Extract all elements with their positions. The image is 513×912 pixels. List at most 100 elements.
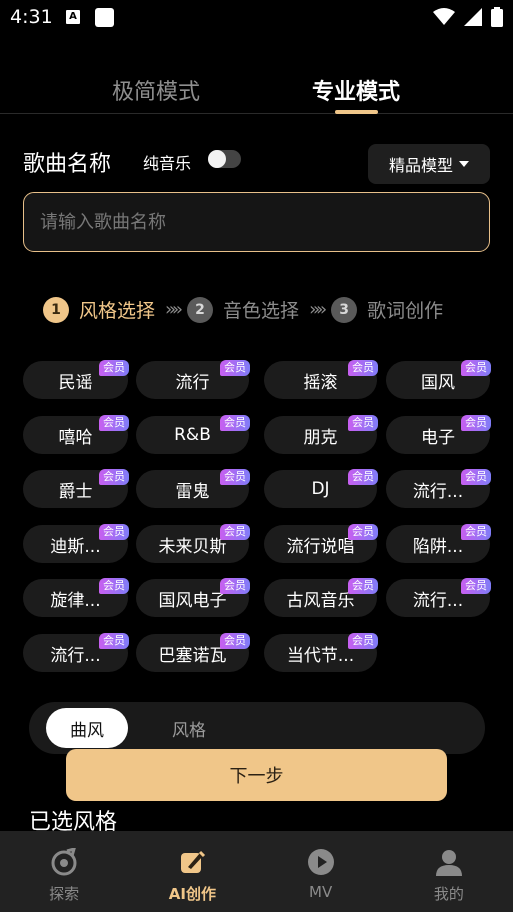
tab-simple-mode[interactable]: 极简模式	[112, 74, 200, 106]
nav-ai-create-label: AI创作	[168, 885, 216, 903]
ai-create-icon	[177, 847, 207, 877]
nav-explore[interactable]: 探索	[0, 831, 128, 912]
model-dropdown[interactable]: 精品模型	[368, 144, 490, 184]
bottom-nav: 探索 AI创作 MV 我的	[0, 831, 513, 912]
a-notification-icon: A	[66, 10, 80, 24]
genre-chip-label: 陷阱...	[412, 536, 464, 557]
genre-chip-label: 迪斯...	[50, 536, 101, 557]
battery-icon	[491, 7, 503, 27]
nav-explore-label: 探索	[49, 885, 80, 903]
genre-chip-label: 当代节...	[286, 645, 355, 666]
vip-badge: 会员	[348, 360, 378, 376]
step-3-label: 歌词创作	[367, 300, 444, 322]
genre-chip-label: 旋律...	[50, 590, 101, 611]
toggle-knob	[208, 150, 226, 168]
genre-chip[interactable]: 朋克 会员	[264, 415, 378, 454]
genre-chip-label: 流行说唱	[286, 536, 355, 557]
tab-style[interactable]: 风格	[149, 708, 229, 748]
genre-chip-label: 流行	[175, 372, 210, 393]
genre-chip-label: 摇滚	[303, 372, 338, 393]
user-icon	[434, 847, 464, 877]
genre-chip[interactable]: 爵士 会员	[23, 469, 129, 508]
tab-genre[interactable]: 曲风	[46, 708, 128, 748]
genre-chip[interactable]: 国风电子 会员	[136, 578, 250, 617]
genre-chip-label: 国风电子	[158, 590, 227, 611]
genre-chip[interactable]: 嘻哈 会员	[23, 415, 129, 454]
vip-badge: 会员	[99, 578, 129, 594]
cell-signal-icon	[464, 8, 482, 26]
genre-chip-label: 未来贝斯	[158, 536, 227, 557]
genre-chip[interactable]: 旋律... 会员	[23, 578, 129, 617]
genre-chip-label: 国风	[421, 372, 455, 393]
genre-chip-label: 朋克	[303, 427, 338, 448]
genre-chip-label: 雷鬼	[175, 481, 210, 502]
genre-chip[interactable]: 陷阱... 会员	[386, 524, 491, 563]
vip-badge: 会员	[348, 415, 378, 431]
tab-pro-mode[interactable]: 专业模式	[312, 74, 400, 106]
song-name-heading: 歌曲名称	[23, 152, 112, 177]
step-1-number: 1	[43, 296, 69, 323]
next-step-button[interactable]: 下一步	[66, 749, 447, 801]
nav-ai-create[interactable]: AI创作	[128, 831, 256, 912]
genre-chip[interactable]: 流行 会员	[136, 360, 250, 399]
vip-badge: 会员	[461, 360, 491, 376]
genre-chip[interactable]: 摇滚 会员	[264, 360, 378, 399]
vip-badge: 会员	[220, 469, 250, 485]
nav-mine[interactable]: 我的	[385, 831, 513, 912]
genre-chip[interactable]: R&B 会员	[136, 415, 250, 454]
vip-badge: 会员	[348, 633, 378, 649]
pure-music-label: 纯音乐	[143, 154, 192, 173]
genre-chip[interactable]: 古风音乐 会员	[264, 578, 378, 617]
genre-chip[interactable]: 国风 会员	[386, 360, 491, 399]
song-name-input[interactable]	[23, 192, 490, 252]
model-dropdown-label: 精品模型	[388, 156, 453, 175]
genre-chip[interactable]: 流行... 会员	[386, 578, 491, 617]
genre-chip[interactable]: 电子 会员	[386, 415, 491, 454]
vip-badge: 会员	[99, 469, 129, 485]
genre-chip-label: DJ	[311, 479, 330, 499]
step-3-number: 3	[331, 296, 358, 323]
genre-chip-label: 古风音乐	[286, 590, 355, 611]
genre-chip[interactable]: 流行... 会员	[386, 469, 491, 508]
genre-chip[interactable]: 迪斯... 会员	[23, 524, 129, 563]
genre-chip[interactable]: 当代节... 会员	[264, 633, 378, 672]
genre-chip-label: 流行...	[412, 481, 464, 502]
genre-chip[interactable]: 流行说唱 会员	[264, 524, 378, 563]
vip-badge: 会员	[461, 469, 491, 485]
genre-chip[interactable]: 流行... 会员	[23, 633, 129, 672]
step-1-label: 风格选择	[79, 300, 156, 322]
vip-badge: 会员	[461, 415, 491, 431]
genre-chip[interactable]: 未来贝斯 会员	[136, 524, 250, 563]
play-icon	[306, 847, 336, 877]
genre-chip[interactable]: 雷鬼 会员	[136, 469, 250, 508]
caret-down-icon	[459, 161, 469, 167]
genre-chip-label: R&B	[174, 425, 211, 445]
vip-badge: 会员	[220, 415, 250, 431]
genre-chip-label: 流行...	[50, 645, 101, 666]
step-2-number: 2	[187, 296, 214, 323]
vip-badge: 会员	[99, 633, 129, 649]
status-time: 4:31	[10, 6, 53, 28]
explore-icon	[49, 847, 79, 877]
status-bar: 4:31 A	[0, 0, 513, 36]
style-sub-tabs: 曲风 风格	[29, 702, 485, 754]
pure-music-toggle[interactable]	[208, 150, 241, 168]
genre-chip-label: 电子	[421, 427, 455, 448]
vip-badge: 会员	[220, 360, 250, 376]
genre-chip[interactable]: 民谣 会员	[23, 360, 129, 399]
step-2-label: 音色选择	[223, 300, 300, 322]
genre-chip-label: 巴塞诺瓦	[158, 645, 227, 666]
genre-chip-label: 爵士	[58, 481, 93, 502]
chevrons-right-icon: »»	[165, 299, 183, 320]
vip-badge: 会员	[99, 415, 129, 431]
genre-chip-label: 民谣	[58, 372, 93, 393]
vip-badge: 会员	[220, 524, 250, 540]
nav-mv[interactable]: MV	[257, 831, 385, 912]
nav-mine-label: 我的	[433, 885, 464, 903]
genre-chip[interactable]: 巴塞诺瓦 会员	[136, 633, 250, 672]
active-tab-indicator	[335, 110, 378, 114]
step-indicator: 1 风格选择 »» 2 音色选择 »» 3 歌词创作	[43, 296, 443, 323]
nav-mv-label: MV	[309, 883, 333, 901]
genre-chip[interactable]: DJ 会员	[264, 469, 378, 508]
notification-square-icon	[95, 8, 114, 27]
